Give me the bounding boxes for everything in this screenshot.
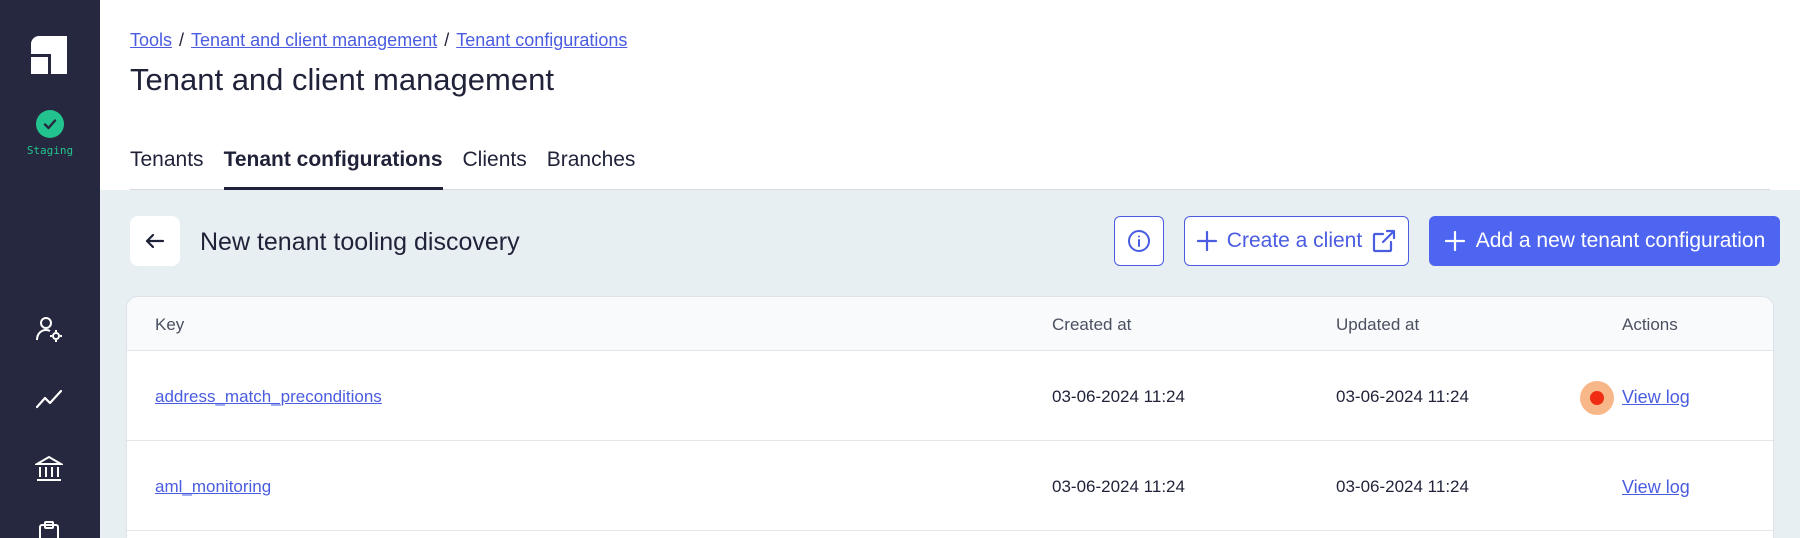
table-row: aml_monitoring 03-06-2024 11:24 03-06-20…	[127, 441, 1773, 531]
configurations-table: Key Created at Updated at Actions addres…	[126, 296, 1774, 538]
column-header-created-at: Created at	[1052, 315, 1132, 334]
config-key-link[interactable]: address_match_preconditions	[155, 387, 382, 407]
external-link-icon	[1373, 229, 1396, 253]
recording-indicator-icon	[1580, 381, 1614, 415]
plus-icon	[1196, 230, 1217, 252]
info-button[interactable]	[1114, 216, 1164, 266]
breadcrumb-separator: /	[179, 30, 185, 50]
info-icon	[1128, 230, 1150, 252]
updated-at-cell: 03-06-2024 11:24	[1336, 387, 1469, 406]
create-client-button[interactable]: Create a client	[1184, 216, 1409, 266]
section-title: New tenant tooling discovery	[200, 228, 520, 256]
clipboard-icon[interactable]	[34, 520, 64, 538]
table-row: address_match_preconditions 03-06-2024 1…	[127, 351, 1773, 441]
column-header-key: Key	[155, 315, 185, 334]
updated-at-cell: 03-06-2024 11:24	[1336, 477, 1469, 496]
column-header-actions: Actions	[1622, 315, 1678, 334]
environment-indicator: Staging	[0, 110, 100, 157]
sidebar: Staging	[0, 0, 100, 538]
tab-tenants[interactable]: Tenants	[130, 138, 204, 190]
environment-label: Staging	[26, 144, 74, 157]
table-header: Key Created at Updated at Actions	[127, 297, 1773, 351]
page-title: Tenant and client management	[130, 62, 554, 97]
content-area: New tenant tooling discovery Create a cl…	[100, 190, 1800, 538]
add-tenant-configuration-label: Add a new tenant configuration	[1475, 229, 1766, 252]
breadcrumb-tenant-configurations[interactable]: Tenant configurations	[456, 30, 627, 51]
trend-chart-icon[interactable]	[34, 384, 64, 414]
tab-branches[interactable]: Branches	[547, 138, 636, 190]
main-area: Tools / Tenant and client management / T…	[100, 0, 1800, 538]
created-at-cell: 03-06-2024 11:24	[1052, 477, 1185, 496]
config-key-link[interactable]: aml_monitoring	[155, 477, 271, 497]
check-circle-icon	[36, 110, 64, 138]
toolbar: New tenant tooling discovery Create a cl…	[130, 216, 1780, 266]
breadcrumb: Tools / Tenant and client management / T…	[130, 30, 627, 51]
back-button[interactable]	[130, 216, 180, 266]
view-log-link[interactable]: View log	[1622, 477, 1690, 498]
tab-bar: Tenants Tenant configurations Clients Br…	[130, 138, 1770, 190]
breadcrumb-tools[interactable]: Tools	[130, 30, 172, 51]
plus-icon	[1444, 230, 1465, 252]
add-tenant-configuration-button[interactable]: Add a new tenant configuration	[1429, 216, 1780, 266]
created-at-cell: 03-06-2024 11:24	[1052, 387, 1185, 406]
user-settings-icon[interactable]	[34, 314, 64, 344]
arrow-left-icon	[145, 233, 165, 249]
column-header-updated-at: Updated at	[1336, 315, 1420, 334]
create-client-label: Create a client	[1226, 229, 1363, 252]
tab-clients[interactable]: Clients	[463, 138, 527, 190]
tab-tenant-configurations[interactable]: Tenant configurations	[223, 138, 443, 190]
breadcrumb-tenant-client-management[interactable]: Tenant and client management	[191, 30, 437, 51]
breadcrumb-separator: /	[444, 30, 450, 50]
view-log-link[interactable]: View log	[1622, 387, 1690, 408]
logo-icon[interactable]	[31, 36, 67, 74]
bank-icon[interactable]	[34, 454, 64, 484]
page-header: Tools / Tenant and client management / T…	[100, 0, 1800, 190]
